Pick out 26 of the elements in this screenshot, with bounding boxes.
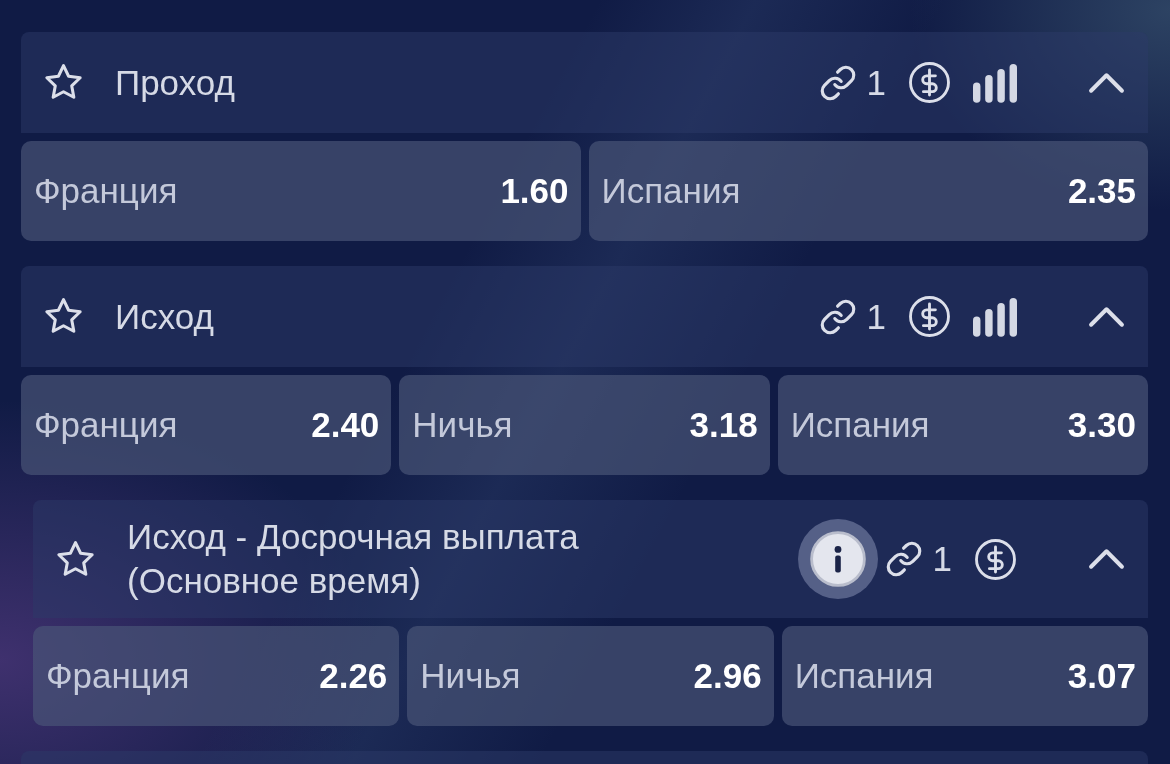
market-title: Проход (115, 61, 235, 104)
chevron-up-icon[interactable] (1088, 548, 1125, 570)
outcome-button[interactable]: Франция 2.26 (33, 626, 400, 726)
link-icon[interactable] (818, 63, 857, 102)
bar-chart-icon[interactable] (973, 296, 1017, 337)
link-count: 1 (932, 539, 952, 579)
outcome-button[interactable]: Испания 2.35 (588, 141, 1148, 241)
bar-chart-icon[interactable] (973, 62, 1017, 103)
dollar-circle-icon[interactable] (908, 295, 951, 338)
outcome-button[interactable]: Ничья 2.96 (407, 626, 774, 726)
link-icon[interactable] (818, 297, 857, 336)
outcome-button[interactable]: Франция 2.40 (21, 375, 392, 475)
outcome-button[interactable]: Франция 1.60 (21, 141, 581, 241)
outcome-button[interactable]: Испания 3.30 (777, 375, 1148, 475)
chevron-up-icon[interactable] (1088, 305, 1125, 328)
link-count: 1 (866, 296, 886, 337)
link-count: 1 (866, 62, 886, 103)
outcome-button[interactable]: Ничья 3.18 (399, 375, 770, 475)
link-icon[interactable] (884, 540, 923, 578)
market-title: Исход - Досрочная выплата (Основное время) (127, 516, 580, 602)
market-title: Исход (115, 295, 214, 338)
outcome-button[interactable]: Испания 3.07 (781, 626, 1148, 726)
dollar-circle-icon[interactable] (974, 537, 1017, 581)
chevron-up-icon[interactable] (1088, 71, 1125, 94)
info-icon (809, 531, 866, 587)
dollar-circle-icon[interactable] (908, 61, 951, 104)
